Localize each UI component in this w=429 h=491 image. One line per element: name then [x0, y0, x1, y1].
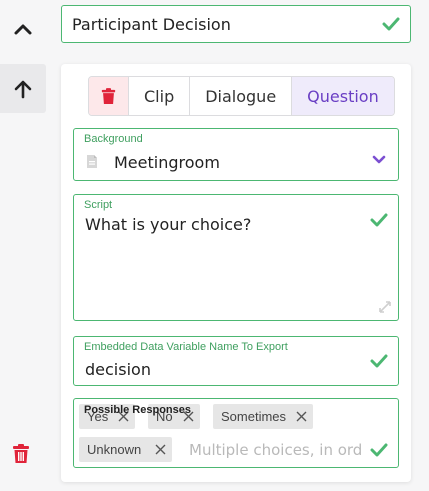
close-icon[interactable] — [296, 411, 307, 422]
response-tag-label: Sometimes — [221, 409, 287, 424]
file-icon — [87, 155, 97, 168]
script-textarea[interactable]: Script What is your choice? — [73, 194, 399, 321]
export-variable-field[interactable]: Embedded Data Variable Name To Export de… — [73, 336, 399, 386]
background-label: Background — [84, 133, 143, 145]
check-icon — [370, 211, 388, 229]
arrow-up-icon — [14, 80, 32, 98]
chevron-down-icon — [372, 155, 386, 164]
trash-icon — [101, 87, 116, 104]
item-type-selector: Clip Dialogue Question — [88, 76, 395, 116]
delete-type-button[interactable] — [89, 77, 129, 115]
close-icon[interactable] — [155, 444, 166, 455]
item-title-value: Participant Decision — [72, 14, 231, 34]
item-controls — [0, 0, 46, 491]
response-tag: Unknown — [79, 437, 173, 462]
trash-icon — [13, 444, 29, 463]
background-select[interactable]: Background Meetingroom — [73, 128, 399, 181]
export-variable-label: Embedded Data Variable Name To Export — [84, 341, 288, 353]
export-variable-value: decision — [85, 360, 151, 379]
script-label: Script — [84, 199, 113, 211]
item-title-field[interactable]: Participant Decision — [61, 5, 411, 43]
background-value: Meetingroom — [114, 153, 220, 172]
possible-responses-label: Possible Responses — [84, 404, 191, 416]
chevron-up-icon — [14, 24, 32, 35]
type-clip-button[interactable]: Clip — [129, 77, 191, 115]
type-dialogue-button[interactable]: Dialogue — [190, 77, 293, 115]
check-icon — [382, 15, 400, 33]
move-up-button[interactable] — [0, 64, 46, 113]
check-icon — [370, 352, 388, 370]
delete-item-button[interactable] — [8, 440, 34, 468]
resize-icon[interactable] — [378, 300, 392, 314]
script-value: What is your choice? — [85, 215, 252, 234]
collapse-button[interactable] — [0, 4, 46, 54]
response-tag-label: Unknown — [87, 442, 142, 457]
possible-responses-field[interactable]: Possible Responses Yes No Sometimes Unkn… — [73, 398, 399, 468]
responses-input-placeholder[interactable]: Multiple choices, in order — [189, 441, 363, 459]
question-card: Clip Dialogue Question Background Meetin… — [61, 64, 411, 482]
check-icon — [370, 441, 388, 459]
response-tag: Sometimes — [213, 404, 314, 429]
type-question-button[interactable]: Question — [292, 77, 394, 115]
